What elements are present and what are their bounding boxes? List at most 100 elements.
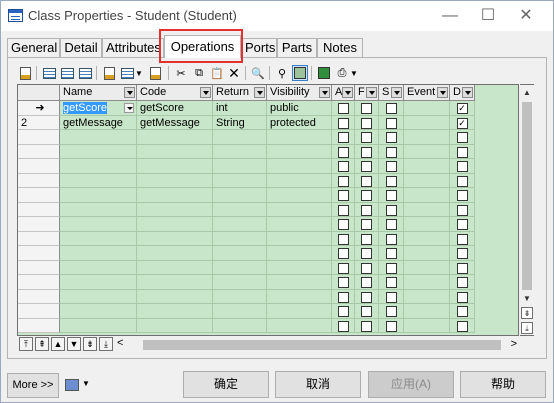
cell-s[interactable]	[379, 101, 404, 116]
row-header[interactable]	[18, 173, 60, 188]
cell-name[interactable]	[60, 231, 137, 246]
more-button[interactable]: More >>	[7, 373, 59, 398]
checkbox-d[interactable]	[456, 306, 468, 317]
filter-list-icon[interactable]	[101, 65, 117, 81]
chevron-down-icon[interactable]	[319, 87, 330, 98]
cell-d[interactable]	[450, 275, 475, 290]
checkbox-d[interactable]	[456, 190, 468, 201]
cell-code[interactable]	[137, 260, 213, 275]
cell-event[interactable]	[404, 130, 450, 145]
cell-s[interactable]	[379, 217, 404, 232]
checkbox-s[interactable]	[385, 204, 397, 216]
cell-return[interactable]	[213, 130, 267, 145]
checkbox-d[interactable]	[456, 277, 468, 288]
cell-return[interactable]	[213, 260, 267, 275]
cell-d[interactable]	[450, 202, 475, 217]
cell-event[interactable]	[404, 318, 450, 333]
column-header-return[interactable]: Return	[213, 85, 267, 101]
empty-table-row[interactable]	[18, 159, 518, 174]
row-header[interactable]	[18, 289, 60, 304]
cell-event[interactable]	[404, 202, 450, 217]
empty-table-row[interactable]	[18, 246, 518, 261]
checkbox-d[interactable]	[456, 320, 468, 332]
scroll-left-icon[interactable]: <	[117, 337, 123, 349]
chevron-down-icon[interactable]	[366, 87, 377, 98]
cell-return[interactable]	[213, 304, 267, 319]
cell-f[interactable]	[355, 246, 379, 261]
move-up-icon[interactable]: ▲	[51, 337, 65, 351]
checkbox-s[interactable]	[385, 161, 397, 172]
cell-d[interactable]	[450, 260, 475, 275]
checkbox-a[interactable]	[337, 248, 349, 259]
cell-f[interactable]	[355, 159, 379, 174]
add-row-icon[interactable]	[41, 65, 57, 81]
cell-code[interactable]	[137, 275, 213, 290]
cell-s[interactable]	[379, 231, 404, 246]
checkbox-s[interactable]	[385, 277, 397, 288]
cell-visibility[interactable]	[267, 159, 332, 174]
checkbox-d[interactable]	[456, 132, 468, 143]
cell-code[interactable]	[137, 304, 213, 319]
cell-visibility[interactable]	[267, 318, 332, 333]
cell-event[interactable]	[404, 159, 450, 174]
checkbox-f[interactable]	[361, 146, 372, 158]
cell-f[interactable]	[355, 304, 379, 319]
checkbox-d[interactable]	[456, 248, 468, 259]
empty-table-row[interactable]	[18, 173, 518, 188]
row-header[interactable]	[18, 144, 60, 159]
cell-name[interactable]	[60, 260, 137, 275]
cell-d[interactable]	[450, 318, 475, 333]
tab-parts[interactable]: Parts	[277, 38, 317, 58]
cell-f[interactable]	[355, 144, 379, 159]
cell-return[interactable]	[213, 231, 267, 246]
checkbox-d[interactable]: ✓	[456, 117, 468, 129]
find-icon[interactable]: 🔍	[250, 65, 266, 81]
cell-s[interactable]	[379, 144, 404, 159]
checkbox-f[interactable]	[361, 132, 372, 143]
checkbox-f[interactable]	[361, 320, 372, 332]
cell-d[interactable]: ✓	[450, 115, 475, 130]
checkbox-a[interactable]	[337, 291, 349, 303]
empty-table-row[interactable]	[18, 188, 518, 203]
checkbox-a[interactable]	[337, 103, 349, 114]
checkbox-a[interactable]	[337, 117, 349, 129]
column-header-a[interactable]: A	[332, 85, 355, 101]
cell-f[interactable]	[355, 173, 379, 188]
cell-event[interactable]	[404, 246, 450, 261]
cell-a[interactable]	[332, 260, 355, 275]
cell-event[interactable]	[404, 260, 450, 275]
row-header[interactable]	[18, 202, 60, 217]
chevron-down-icon[interactable]: ▼	[82, 379, 90, 388]
cell-s[interactable]	[379, 188, 404, 203]
cell-event[interactable]	[404, 231, 450, 246]
row-header[interactable]	[18, 304, 60, 319]
checkbox-d[interactable]	[456, 175, 468, 187]
cell-a[interactable]	[332, 173, 355, 188]
tab-detail[interactable]: Detail	[60, 38, 102, 58]
tab-notes[interactable]: Notes	[317, 38, 363, 58]
move-page-down-icon[interactable]: ⇟	[83, 337, 97, 351]
cell-event[interactable]	[404, 173, 450, 188]
cell-a[interactable]	[332, 289, 355, 304]
cell-visibility[interactable]	[267, 289, 332, 304]
checkbox-s[interactable]	[385, 146, 397, 158]
chevron-down-icon[interactable]: ▼	[134, 65, 144, 81]
checkbox-a[interactable]	[337, 146, 349, 158]
scroll-right-icon[interactable]: >	[511, 338, 517, 350]
close-button[interactable]: ✕	[513, 6, 539, 26]
cell-d[interactable]	[450, 231, 475, 246]
checkbox-a[interactable]	[337, 204, 349, 216]
cell-d[interactable]	[450, 144, 475, 159]
empty-table-row[interactable]	[18, 144, 518, 159]
checkbox-a[interactable]	[337, 262, 349, 274]
cell-s[interactable]	[379, 246, 404, 261]
row-header[interactable]	[18, 217, 60, 232]
cell-visibility[interactable]	[267, 130, 332, 145]
chevron-down-icon[interactable]	[462, 87, 473, 98]
cell-s[interactable]	[379, 260, 404, 275]
tab-attributes[interactable]: Attributes	[102, 38, 164, 58]
cell-f[interactable]	[355, 115, 379, 130]
cell-code[interactable]	[137, 231, 213, 246]
checkbox-s[interactable]	[385, 320, 397, 332]
insert-row-icon[interactable]	[59, 65, 75, 81]
